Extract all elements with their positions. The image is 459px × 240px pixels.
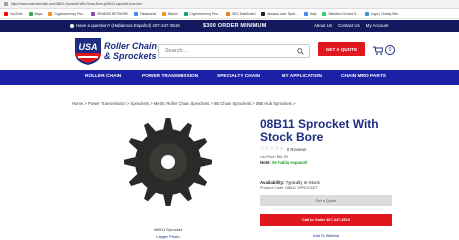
bookmark-label: SEO Dashboard xyxy=(232,11,256,16)
bookmark-item[interactable]: Cryptocurrency Pric... xyxy=(183,11,221,16)
url-text[interactable]: https://www.usarollerchain.com/08B11-Spr… xyxy=(11,2,142,6)
logo-badge-text: USA xyxy=(78,42,97,52)
nav-item-specialty-chain[interactable]: SPECIALTY CHAIN xyxy=(217,74,260,79)
product-image[interactable] xyxy=(120,112,216,222)
bookmark-label: Login | Charity Site... xyxy=(370,11,401,16)
bookmark-favicon-icon xyxy=(364,11,369,16)
bookmark-item[interactable]: GENESIS NETWORK xyxy=(90,11,129,16)
call-to-order-button[interactable]: Call to Order 407-347-3519 xyxy=(260,214,392,226)
bookmark-label: Passwords xyxy=(140,11,156,16)
add-to-wishlist-link[interactable]: Add To Wishlist xyxy=(260,234,392,238)
logo-text[interactable]: Roller Chain & Sprockets xyxy=(104,41,157,61)
bookmark-item[interactable]: Passwords xyxy=(134,11,156,16)
larger-photo-link[interactable]: Larger Photo xyxy=(130,234,206,239)
product-image-caption: 08B11 Sprocket xyxy=(153,227,183,232)
bookmark-favicon-icon xyxy=(4,11,8,16)
my-account-link[interactable]: My Account xyxy=(366,23,389,28)
breadcrumb[interactable]: Home > Power Transmission > Sprockets > … xyxy=(72,101,295,106)
contact-us-link[interactable]: Contact Us xyxy=(338,23,360,28)
bookmarks-bar: YouTube Maps Cryptocurrency Pric... GENESIS… xyxy=(0,9,459,19)
nav-item-roller-chain[interactable]: ROLLER CHAIN xyxy=(85,74,121,79)
bookmark-label: GENESIS NETWORK xyxy=(96,11,129,16)
bookmark-item[interactable]: Amazon.com: Sprin... xyxy=(261,11,298,16)
logo-line-1: Roller Chain xyxy=(104,41,158,51)
bookmark-favicon-icon xyxy=(303,11,308,16)
bookmark-item[interactable]: Bitcoin xyxy=(161,11,178,16)
bookmark-item[interactable]: Maps xyxy=(28,11,43,16)
bookmark-favicon-icon xyxy=(261,11,266,16)
bookmark-item[interactable]: Selection Ground S... xyxy=(322,11,359,16)
site-header: USA Roller Chain & Sprockets GET A QUOTE… xyxy=(0,32,459,70)
sprocket-bore xyxy=(161,155,175,169)
promo-bar: Have a question? (Hablamos Español) 407-… xyxy=(0,20,459,32)
product-title: 08B11 Sprocket With Stock Bore xyxy=(260,117,379,144)
search-icon[interactable] xyxy=(297,48,304,55)
browser-url-bar[interactable]: https://www.usarollerchain.com/08B11-Spr… xyxy=(0,0,459,9)
bookmark-favicon-icon xyxy=(161,11,166,16)
product-code: Product Code: 08B11 SPROCKET xyxy=(260,186,318,190)
search-input[interactable] xyxy=(165,48,295,54)
phone-icon xyxy=(70,23,74,28)
phone-text: Have a question? (Hablamos Español) 407-… xyxy=(76,23,180,28)
reviews-link[interactable]: 0 Reviews xyxy=(287,147,306,152)
bookmark-label: Selection Ground S... xyxy=(328,11,359,16)
bookmark-label: Maps xyxy=(34,11,43,16)
note-text: Note: Se habla espanol! xyxy=(260,160,307,165)
phone-contact[interactable]: Have a question? (Hablamos Español) 407-… xyxy=(70,23,180,28)
lock-icon xyxy=(4,2,8,6)
search-box xyxy=(158,44,310,58)
bookmark-item[interactable]: Help xyxy=(303,11,317,16)
bookmark-item[interactable]: Cryptocurrency Pric... xyxy=(48,11,85,16)
nav-item-power-transmission[interactable]: POWER TRANSMISSION xyxy=(142,74,198,79)
bookmark-item[interactable]: YouTube xyxy=(4,11,23,16)
rating-stars-icon[interactable]: ☆☆☆☆☆ xyxy=(260,146,284,152)
bookmark-favicon-icon xyxy=(28,11,33,16)
bookmark-label: Amazon.com: Sprin... xyxy=(267,11,298,16)
bookmark-favicon-icon xyxy=(322,11,327,16)
get-a-quote-button[interactable]: GET A QUOTE xyxy=(318,42,365,56)
bookmark-label: Help xyxy=(309,11,317,16)
bookmark-label: Bitcoin xyxy=(167,11,178,16)
bookmark-favicon-icon xyxy=(134,11,139,16)
availability-label: Availability: xyxy=(260,180,285,185)
bookmark-label: Cryptocurrency Pric... xyxy=(189,11,221,16)
cart-button[interactable]: 0 xyxy=(373,43,397,57)
order-minimum-text: $300 ORDER MINIMUM xyxy=(203,22,267,29)
bookmark-item[interactable]: Login | Charity Site... xyxy=(364,11,401,16)
top-links: About Us Contact Us My Account xyxy=(314,23,388,28)
availability: Availability: Typically In-Stock xyxy=(260,180,320,185)
bookmark-favicon-icon xyxy=(48,11,53,16)
product-rating: ☆☆☆☆☆ 0 Reviews xyxy=(260,146,306,152)
note-label: Note: xyxy=(260,160,271,165)
logo-line-2: & Sprockets xyxy=(104,51,157,61)
bookmark-favicon-icon xyxy=(183,11,188,16)
bookmark-item[interactable]: SEO Dashboard xyxy=(226,11,256,16)
cart-icon xyxy=(373,46,383,55)
bookmark-label: YouTube xyxy=(10,11,23,16)
cart-count-badge: 0 xyxy=(385,45,395,55)
get-a-quote-secondary-button[interactable]: Get a Quote xyxy=(260,195,392,206)
main-nav: ROLLER CHAIN POWER TRANSMISSION SPECIALT… xyxy=(0,70,459,85)
availability-value: Typically In-Stock xyxy=(285,180,320,185)
bookmark-favicon-icon xyxy=(226,11,231,16)
nav-item-by-application[interactable]: BY APPLICATION xyxy=(282,74,322,79)
bookmark-label: Cryptocurrency Pric... xyxy=(54,11,85,16)
about-us-link[interactable]: About Us xyxy=(314,23,332,28)
nav-item-chain-mro-parts[interactable]: CHAIN MRO PARTS xyxy=(341,74,386,79)
list-price: List Price: $61.99 xyxy=(260,155,288,159)
bookmark-favicon-icon xyxy=(90,11,95,16)
logo-badge-icon[interactable]: USA xyxy=(72,36,104,66)
note-value: Se habla espanol! xyxy=(271,160,308,165)
